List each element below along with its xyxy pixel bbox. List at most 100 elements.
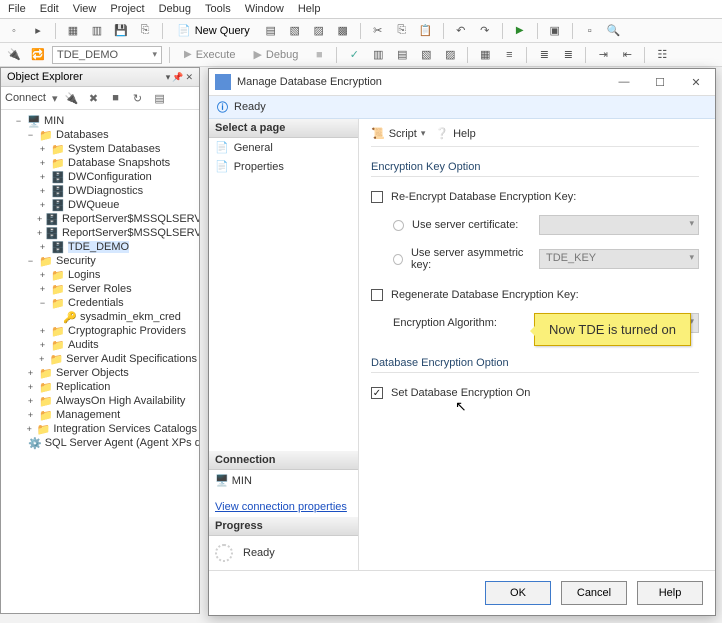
- oe-connect-bar: Connect▾ 🔌 ✖ ■ ↻ ▤: [1, 87, 199, 110]
- tree-server-node[interactable]: −🖥️MIN: [3, 114, 197, 128]
- help-button[interactable]: Help: [637, 581, 703, 605]
- tree-db-reportserver-1[interactable]: +🗄️ReportServer$MSSQLSERVER: [3, 212, 197, 226]
- save-all-icon[interactable]: ⎘: [135, 22, 155, 40]
- find-icon[interactable]: 🔍: [604, 22, 624, 40]
- copy-icon[interactable]: ⎘: [392, 22, 412, 40]
- object-explorer-title-bar: Object Explorer ▾ 📌 ✕: [1, 68, 199, 87]
- tree-db-tde-demo[interactable]: +🗄️TDE_DEMO: [3, 240, 197, 254]
- oe-dropdown-icon[interactable]: ▾: [166, 72, 171, 83]
- uncomment-icon[interactable]: ≣: [558, 46, 578, 64]
- cut-icon[interactable]: ✂: [368, 22, 388, 40]
- regenerate-label: Regenerate Database Encryption Key:: [391, 289, 579, 301]
- regenerate-checkbox[interactable]: [371, 289, 383, 301]
- outdent-icon[interactable]: ⇤: [617, 46, 637, 64]
- oe-filter-icon[interactable]: ▤: [152, 90, 168, 106]
- tree-isc[interactable]: +📁Integration Services Catalogs: [3, 422, 197, 436]
- parse-icon[interactable]: ✓: [344, 46, 364, 64]
- menu-debug[interactable]: Debug: [159, 3, 191, 15]
- change-conn-icon[interactable]: 🔁: [28, 46, 48, 64]
- window-minimize-icon[interactable]: —: [611, 76, 637, 89]
- toolbar-btn-b[interactable]: ▧: [285, 22, 305, 40]
- oe-pin-icon[interactable]: 📌: [172, 72, 183, 83]
- tree-server-roles[interactable]: +📁Server Roles: [3, 282, 197, 296]
- toolbar-btn-a[interactable]: ▤: [261, 22, 281, 40]
- new-query-button[interactable]: 📄 New Query: [170, 21, 257, 40]
- menu-help[interactable]: Help: [298, 3, 321, 15]
- nav-forward-icon[interactable]: ▸: [28, 22, 48, 40]
- page-properties[interactable]: 📄Properties: [209, 157, 358, 176]
- tree-database-snapshots[interactable]: +📁Database Snapshots: [3, 156, 197, 170]
- comment-icon[interactable]: ≣: [534, 46, 554, 64]
- nav-back-icon[interactable]: ◦: [4, 22, 24, 40]
- save-icon[interactable]: 💾: [111, 22, 131, 40]
- tree-databases[interactable]: −📁Databases: [3, 128, 197, 142]
- tree-crypto-providers[interactable]: +📁Cryptographic Providers: [3, 324, 197, 338]
- view-connection-properties[interactable]: View connection properties: [209, 491, 358, 517]
- tree-credential-item[interactable]: 🔑sysadmin_ekm_cred: [3, 310, 197, 324]
- tree-management[interactable]: +📁Management: [3, 408, 197, 422]
- tl-b[interactable]: ▤: [392, 46, 412, 64]
- start-icon[interactable]: ▶: [510, 22, 530, 40]
- oe-refresh-icon[interactable]: ↻: [130, 90, 146, 106]
- toolbar-btn-c[interactable]: ▨: [309, 22, 329, 40]
- ok-button[interactable]: OK: [485, 581, 551, 605]
- use-cert-row: Use server certificate:: [371, 215, 699, 235]
- window-close-icon[interactable]: ✕: [683, 76, 709, 89]
- tree-db-dwdiag[interactable]: +🗄️DWDiagnostics: [3, 184, 197, 198]
- tree-server-objects[interactable]: +📁Server Objects: [3, 366, 197, 380]
- tree-credentials[interactable]: −📁Credentials: [3, 296, 197, 310]
- tree-logins[interactable]: +📁Logins: [3, 268, 197, 282]
- menu-project[interactable]: Project: [110, 3, 144, 15]
- results-grid-icon[interactable]: ▦: [475, 46, 495, 64]
- tl-c[interactable]: ▧: [416, 46, 436, 64]
- tree-db-dwqueue[interactable]: +🗄️DWQueue: [3, 198, 197, 212]
- tree-alwayson[interactable]: +📁AlwaysOn High Availability: [3, 394, 197, 408]
- reencrypt-checkbox[interactable]: [371, 191, 383, 203]
- undo-icon[interactable]: ↶: [451, 22, 471, 40]
- results-text-icon[interactable]: ≡: [499, 46, 519, 64]
- window-maximize-icon[interactable]: ☐: [647, 76, 673, 89]
- indent-icon[interactable]: ⇥: [593, 46, 613, 64]
- oe-connect-icon[interactable]: 🔌: [64, 90, 80, 106]
- specify-values-icon[interactable]: ☷: [652, 46, 672, 64]
- set-enc-on-row: ✓ Set Database Encryption On: [371, 387, 699, 399]
- debug-button[interactable]: ▶ Debug: [246, 45, 305, 64]
- redo-icon[interactable]: ↷: [475, 22, 495, 40]
- tree-audits[interactable]: +📁Audits: [3, 338, 197, 352]
- tl-a[interactable]: ▥: [368, 46, 388, 64]
- oe-connect-label[interactable]: Connect: [5, 92, 46, 104]
- menu-view[interactable]: View: [73, 3, 97, 15]
- menu-file[interactable]: File: [8, 3, 26, 15]
- oe-disconnect-icon[interactable]: ✖: [86, 90, 102, 106]
- execute-button[interactable]: ▶ Execute: [177, 46, 242, 64]
- toolbar-btn-f[interactable]: ▫: [580, 22, 600, 40]
- connect-icon[interactable]: 🔌: [4, 46, 24, 64]
- tree-replication[interactable]: +📁Replication: [3, 380, 197, 394]
- tree-audit-specs[interactable]: +📁Server Audit Specifications: [3, 352, 197, 366]
- new-project-icon[interactable]: ▦: [63, 22, 83, 40]
- tl-d[interactable]: ▨: [440, 46, 460, 64]
- dialog-help-button[interactable]: ❔Help: [435, 127, 475, 140]
- oe-stop-icon[interactable]: ■: [108, 90, 124, 106]
- menu-edit[interactable]: Edit: [40, 3, 59, 15]
- stop-icon[interactable]: ■: [309, 46, 329, 64]
- page-general[interactable]: 📄General: [209, 138, 358, 157]
- script-button[interactable]: 📜Script▾: [371, 127, 425, 140]
- menu-window[interactable]: Window: [245, 3, 284, 15]
- object-explorer-tree[interactable]: −🖥️MIN −📁Databases +📁System Databases +📁…: [1, 110, 199, 613]
- menu-tools[interactable]: Tools: [205, 3, 231, 15]
- dialog-titlebar[interactable]: Manage Database Encryption — ☐ ✕: [209, 69, 715, 96]
- open-icon[interactable]: ▥: [87, 22, 107, 40]
- tree-sql-agent[interactable]: ⚙️SQL Server Agent (Agent XPs disabl: [3, 436, 197, 450]
- tree-db-dwconfig[interactable]: +🗄️DWConfiguration: [3, 170, 197, 184]
- toolbar-btn-e[interactable]: ▣: [545, 22, 565, 40]
- set-enc-on-checkbox[interactable]: ✓: [371, 387, 383, 399]
- paste-icon[interactable]: 📋: [416, 22, 436, 40]
- database-selector[interactable]: TDE_DEMO: [52, 46, 162, 64]
- cancel-button[interactable]: Cancel: [561, 581, 627, 605]
- tree-security[interactable]: −📁Security: [3, 254, 197, 268]
- toolbar-btn-d[interactable]: ▩: [333, 22, 353, 40]
- tree-system-databases[interactable]: +📁System Databases: [3, 142, 197, 156]
- oe-close-icon[interactable]: ✕: [185, 72, 193, 83]
- tree-db-reportserver-2[interactable]: +🗄️ReportServer$MSSQLSERVER: [3, 226, 197, 240]
